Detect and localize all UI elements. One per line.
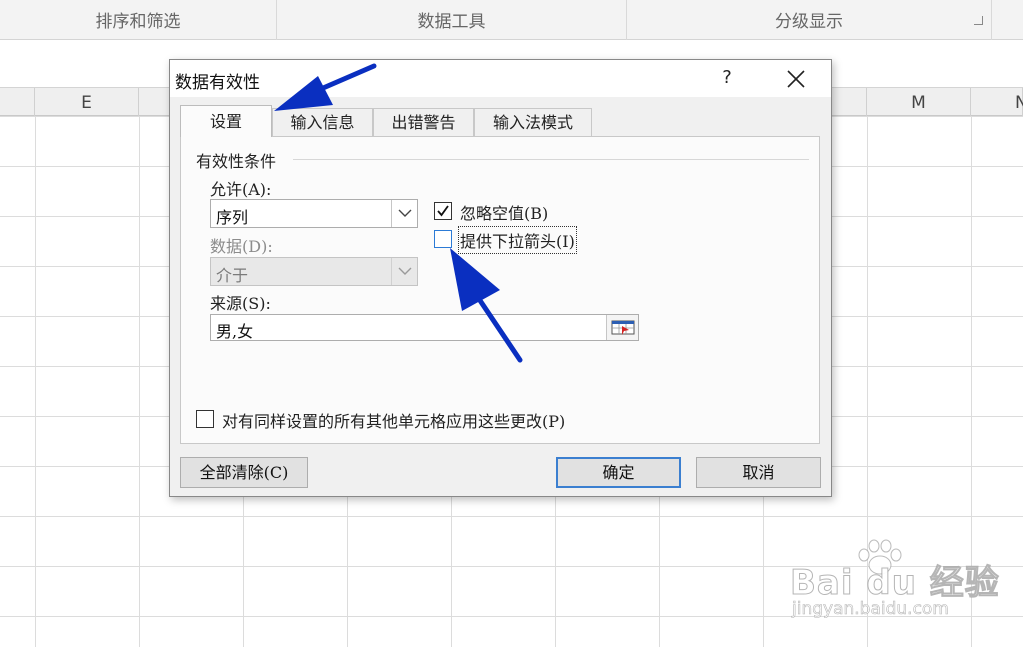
source-input-value: 男,女 xyxy=(216,322,254,341)
in-cell-dropdown-checkbox[interactable] xyxy=(434,230,452,248)
tab-ime-mode[interactable]: 输入法模式 xyxy=(474,108,592,136)
settings-panel: 有效性条件 允许(A): 序列 数据(D): 介于 来源(S): 男,女 忽略空… xyxy=(180,136,820,444)
dialog-title-bar[interactable]: 数据有效性 ? xyxy=(170,60,831,97)
ribbon-group-data-tools[interactable]: 数据工具 xyxy=(277,0,627,40)
cancel-button[interactable]: 取消 xyxy=(696,457,821,488)
apply-to-all-checkbox[interactable] xyxy=(196,410,214,428)
data-dropdown-button xyxy=(391,258,417,285)
close-icon xyxy=(787,70,805,88)
source-label: 来源(S): xyxy=(210,294,271,313)
range-select-button[interactable] xyxy=(606,315,638,340)
data-validation-dialog: 数据有效性 ? 设置 输入信息 出错警告 输入法模式 有效性条件 允许(A): … xyxy=(169,59,832,497)
collapse-dialog-icon xyxy=(611,320,635,335)
close-button[interactable] xyxy=(772,62,820,94)
data-select-value: 介于 xyxy=(216,266,249,285)
ribbon-group-sort-filter[interactable]: 排序和筛选 xyxy=(0,0,277,40)
validation-criteria-label: 有效性条件 xyxy=(196,148,281,172)
ribbon-group-outline[interactable]: 分级显示 xyxy=(627,0,992,40)
tab-input-message[interactable]: 输入信息 xyxy=(272,108,373,136)
allow-select-value: 序列 xyxy=(216,208,249,227)
dialog-launcher-icon[interactable] xyxy=(974,16,983,25)
checkmark-icon xyxy=(437,205,449,217)
tab-error-alert[interactable]: 出错警告 xyxy=(373,108,474,136)
clear-all-button[interactable]: 全部清除(C) xyxy=(180,457,308,488)
dialog-title: 数据有效性 xyxy=(175,73,260,93)
groupbox-divider xyxy=(293,159,809,160)
apply-to-all-label[interactable]: 对有同样设置的所有其他单元格应用这些更改(P) xyxy=(222,408,565,432)
column-header-m[interactable]: M xyxy=(867,88,971,116)
source-input[interactable]: 男,女 xyxy=(210,314,639,341)
column-header-e[interactable]: E xyxy=(35,88,139,116)
column-header-n[interactable]: N xyxy=(971,88,1023,116)
ignore-blank-label[interactable]: 忽略空值(B) xyxy=(460,200,548,224)
allow-dropdown-button[interactable] xyxy=(391,200,417,227)
tab-settings[interactable]: 设置 xyxy=(180,105,272,137)
data-select: 介于 xyxy=(210,257,418,286)
data-label: 数据(D): xyxy=(210,237,273,256)
ribbon: 排序和筛选 数据工具 分级显示 xyxy=(0,0,1023,40)
column-header-blank[interactable] xyxy=(0,88,35,116)
chevron-down-icon xyxy=(398,209,412,217)
ok-button[interactable]: 确定 xyxy=(556,457,681,488)
allow-select[interactable]: 序列 xyxy=(210,199,418,228)
in-cell-dropdown-label[interactable]: 提供下拉箭头(I) xyxy=(458,226,577,254)
ignore-blank-checkbox[interactable] xyxy=(434,202,452,220)
ribbon-group-outline-label: 分级显示 xyxy=(775,12,843,32)
help-button[interactable]: ? xyxy=(715,64,739,92)
chevron-down-icon xyxy=(398,267,412,275)
allow-label: 允许(A): xyxy=(210,180,272,199)
